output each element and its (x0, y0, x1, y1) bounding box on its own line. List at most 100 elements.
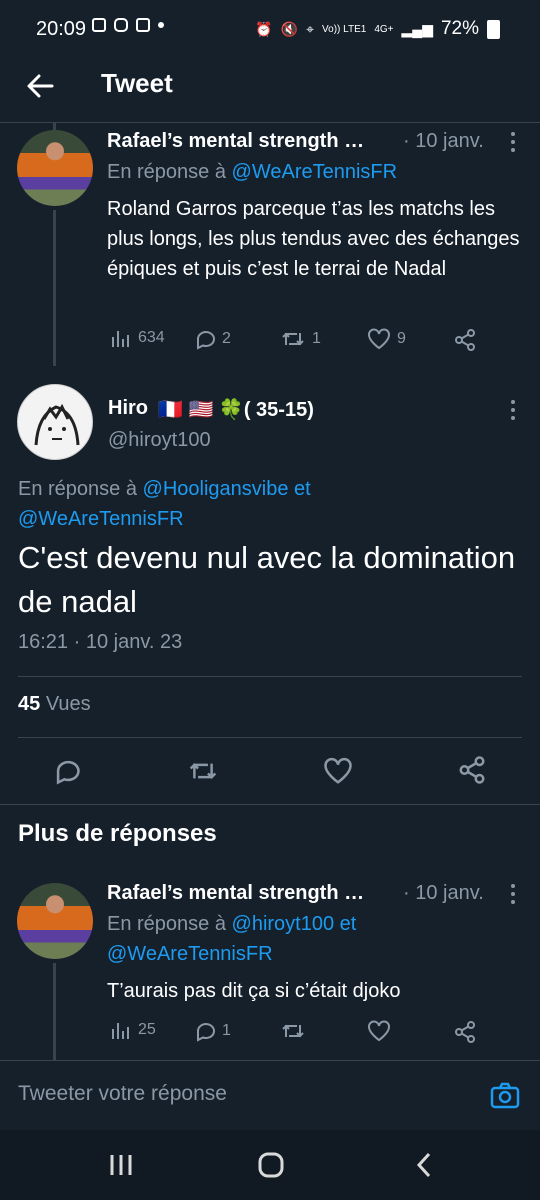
views-icon (112, 1023, 129, 1039)
reply-and: et (288, 478, 311, 500)
share-icon (455, 1021, 475, 1043)
app-notification-icon (92, 18, 106, 32)
reply-prefix: En réponse à (107, 161, 232, 183)
parent-date: · 10 janv. (403, 130, 484, 152)
reply-mention-2[interactable]: @WeAreTennisFR (107, 943, 273, 966)
reply-author-name[interactable]: Rafael’s mental strength … (107, 882, 364, 905)
reply-context: En réponse à @hiroyt100 et (107, 913, 356, 936)
like-icon (324, 757, 352, 784)
main-retweet-button[interactable] (187, 757, 219, 785)
retweet-count: 1 (312, 330, 321, 347)
views-total: 45 (18, 693, 41, 715)
views-count: 25 (138, 1021, 156, 1038)
more-icon[interactable] (511, 400, 515, 424)
like-button[interactable] (367, 1020, 391, 1042)
reply-button[interactable]: 1 (194, 1020, 231, 1042)
reply-tweet-text: T’aurais pas dit ça si c’était djoko (107, 980, 401, 1002)
gallery-icon (136, 18, 150, 32)
views-label: Vues (45, 693, 91, 715)
like-button[interactable]: 9 (367, 328, 406, 350)
reply-button[interactable]: 2 (194, 328, 231, 350)
back-arrow-icon[interactable] (24, 70, 56, 102)
views-button[interactable]: 634 (110, 328, 165, 348)
retweet-icon (282, 332, 304, 346)
camera-icon[interactable] (490, 1082, 520, 1110)
mute-icon: 🔇 (280, 20, 299, 37)
more-icon[interactable] (511, 132, 515, 156)
share-button[interactable] (453, 1020, 477, 1044)
reply-prefix: En réponse à (18, 478, 143, 500)
like-icon (368, 1020, 390, 1042)
parent-actions: 634 2 1 9 (110, 328, 500, 352)
home-icon[interactable] (257, 1151, 285, 1179)
header-divider (0, 122, 540, 123)
like-icon (368, 328, 390, 350)
reply-icon (197, 331, 215, 350)
main-author-badges: 🇫🇷 🇺🇸 🍀( 35-15) (158, 399, 314, 421)
back-nav-icon[interactable] (414, 1151, 434, 1179)
location-icon: ⌖ (306, 20, 315, 37)
reply-icon (197, 1023, 215, 1042)
parent-author-name[interactable]: Rafael’s mental strength … (107, 130, 364, 153)
thread-line (53, 963, 56, 1060)
reply-mention-2[interactable]: @WeAreTennisFR (18, 508, 184, 531)
network-label: Vo)) LTE1 (322, 23, 367, 35)
main-author-name[interactable]: Hiro (108, 397, 148, 420)
more-notifications-icon (158, 22, 164, 28)
more-icon[interactable] (511, 884, 515, 908)
system-icons: ⏰ 🔇 ⌖ Vo)) LTE1 4G+ ▂▄▆ 72% (255, 18, 500, 40)
reply-mention[interactable]: @WeAreTennisFR (232, 161, 398, 183)
main-author-handle[interactable]: @hiroyt100 (108, 429, 211, 452)
divider (18, 676, 522, 677)
main-like-button[interactable] (323, 757, 353, 785)
reply-composer-input[interactable]: Tweeter votre réponse (18, 1082, 227, 1106)
more-replies-heading: Plus de réponses (18, 820, 217, 847)
avatar-hiro[interactable] (17, 384, 93, 460)
reply-date: · 10 janv. (403, 882, 484, 904)
notification-icons (92, 18, 164, 32)
main-tweet-text: C'est devenu nul avec la domination de n… (18, 540, 516, 619)
recents-icon[interactable] (108, 1153, 134, 1177)
reply-count: 2 (222, 330, 231, 347)
divider (18, 737, 522, 738)
main-share-button[interactable] (457, 755, 487, 785)
views-button[interactable]: 25 (110, 1020, 156, 1040)
top-bar: Tweet (0, 60, 540, 116)
like-count: 9 (397, 330, 406, 347)
alarm-icon: ⏰ (255, 20, 273, 37)
share-icon (455, 329, 475, 351)
views-summary[interactable]: 45 Vues (18, 693, 91, 716)
reply-and: et (334, 913, 357, 935)
battery-percent: 72% (440, 18, 479, 39)
parent-tweet-text: Roland Garros parceque t’as les matchs l… (107, 198, 520, 280)
page-title: Tweet (101, 68, 173, 98)
reply-icon (56, 760, 80, 785)
instagram-icon (114, 18, 128, 32)
reply-actions: 25 1 (110, 1020, 500, 1044)
share-button[interactable] (453, 328, 477, 352)
avatar-rafael[interactable] (17, 883, 93, 959)
main-reply-context: En réponse à @Hooligansvibe et (18, 478, 311, 501)
views-icon (112, 331, 129, 347)
main-reply-button[interactable] (52, 757, 82, 785)
signal-icon: ▂▄▆ (401, 20, 433, 37)
thread-line-top (53, 122, 56, 130)
reply-mention-1[interactable]: @hiroyt100 (232, 913, 335, 935)
status-time: 20:09 (36, 18, 87, 40)
main-timestamp[interactable]: 16:21 · 10 janv. 23 (18, 631, 182, 654)
share-icon (459, 756, 485, 784)
composer-divider (0, 1060, 540, 1061)
retweet-icon (282, 1024, 304, 1038)
retweet-button[interactable]: 1 (280, 328, 321, 350)
signal-type-label: 4G+ (374, 23, 394, 35)
views-count: 634 (138, 329, 165, 346)
reply-count: 1 (222, 1022, 231, 1039)
status-bar: 20:09 ⏰ 🔇 ⌖ Vo)) LTE1 4G+ ▂▄▆ 72% (0, 0, 540, 60)
reply-mention-1[interactable]: @Hooligansvibe (143, 478, 289, 500)
thread-line (53, 210, 56, 366)
avatar-rafael[interactable] (17, 130, 93, 206)
android-nav-bar (0, 1130, 540, 1200)
retweet-button[interactable] (280, 1020, 306, 1042)
reply-prefix: En réponse à (107, 913, 232, 935)
divider (0, 804, 540, 805)
